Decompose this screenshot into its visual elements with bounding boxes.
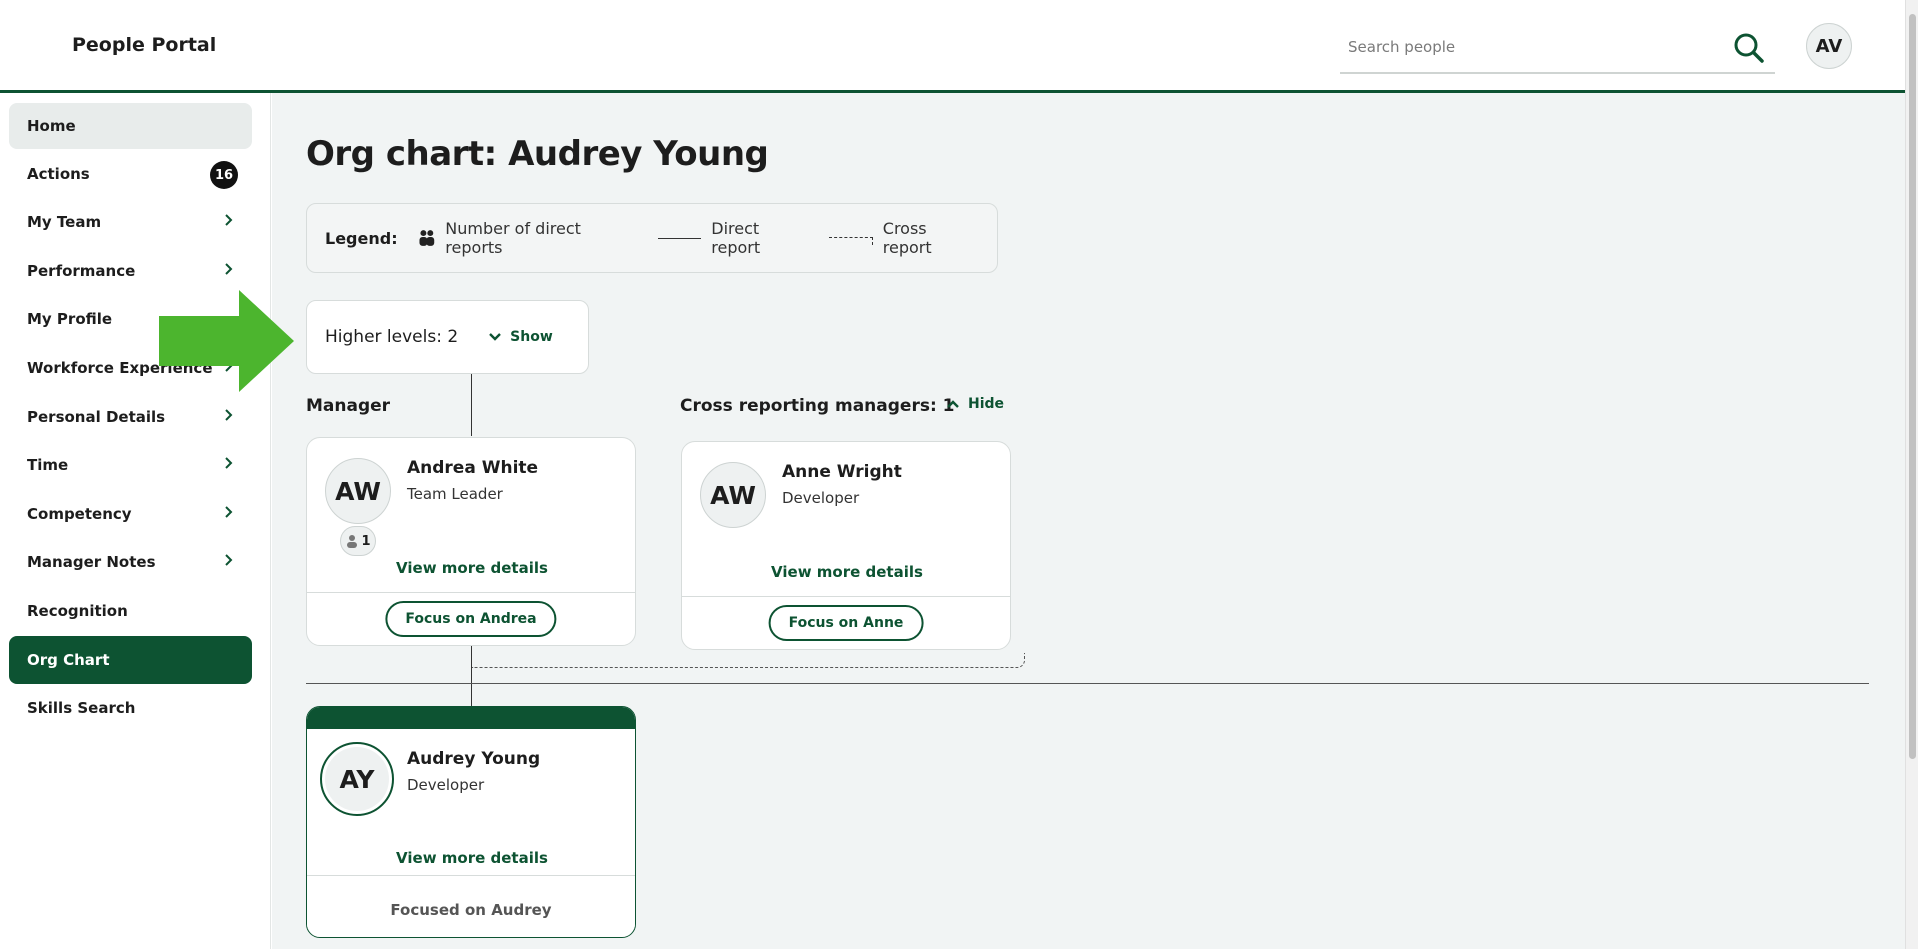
cross-report-connector: [472, 653, 1025, 668]
show-label: Show: [510, 329, 553, 345]
focused-card-body: AY Audrey Young Developer View more deta…: [307, 729, 635, 929]
page-scrollbar[interactable]: [1905, 0, 1918, 949]
sidebar-item-manager-notes[interactable]: Manager Notes: [9, 539, 252, 585]
view-more-details-link[interactable]: View more details: [682, 563, 1012, 581]
chevron-up-icon: [947, 400, 959, 408]
chevron-right-icon: [225, 214, 233, 226]
legend-cross-report: Cross report: [882, 219, 932, 257]
scrollbar-thumb[interactable]: [1909, 14, 1916, 759]
sidebar-item-label: My Team: [27, 213, 102, 231]
person-role: Team Leader: [407, 485, 503, 503]
focus-on-andrea-button[interactable]: Focus on Andrea: [385, 601, 557, 637]
sidebar-item-time[interactable]: Time: [9, 442, 252, 488]
avatar: AW: [325, 458, 391, 524]
level-divider: [306, 683, 1869, 684]
legend-box: Legend: Number of direct reports Direct …: [306, 203, 998, 273]
brand-title[interactable]: People Portal: [72, 34, 216, 56]
sidebar-item-personal-details[interactable]: Personal Details: [9, 394, 252, 440]
legend-direct-report: Direct report: [711, 219, 761, 257]
search-icon: [1734, 33, 1764, 63]
card-divider: [307, 592, 635, 593]
legend-label: Legend:: [325, 228, 398, 248]
manager-section-label: Manager: [306, 396, 391, 416]
sidebar-item-actions[interactable]: Actions 16: [9, 151, 252, 197]
focused-person-card: AY Audrey Young Developer View more deta…: [306, 706, 636, 938]
focus-on-anne-button[interactable]: Focus on Anne: [768, 605, 924, 641]
sidebar-item-label: Actions: [27, 165, 90, 183]
avatar: AW: [700, 462, 766, 528]
page-title: Org chart: Audrey Young: [306, 134, 769, 174]
view-more-details-link[interactable]: View more details: [307, 849, 635, 867]
avatar: AY: [320, 742, 394, 816]
show-higher-levels-button[interactable]: Show: [488, 329, 553, 345]
cross-manager-card: AW Anne Wright Developer View more detai…: [681, 441, 1011, 650]
direct-report-line-sample: [657, 237, 702, 239]
annotation-arrow-icon: [159, 290, 294, 392]
chevron-right-icon: [225, 506, 233, 518]
direct-reports-count: 1: [361, 533, 371, 549]
sidebar-item-recognition[interactable]: Recognition: [9, 588, 252, 634]
person-role: Developer: [407, 776, 485, 794]
sidebar-item-label: Performance: [27, 262, 136, 280]
hide-label: Hide: [968, 396, 1005, 412]
sidebar-item-label: Time: [27, 456, 69, 474]
sidebar-item-label: Home: [27, 117, 76, 135]
hide-cross-managers-button[interactable]: Hide: [946, 396, 1004, 412]
card-divider: [307, 875, 635, 876]
sidebar-item-org-chart[interactable]: Org Chart: [9, 636, 252, 684]
search-input[interactable]: [1348, 32, 1708, 62]
sidebar: Home Actions 16 My Team Performance My P…: [0, 93, 271, 949]
manager-card: AW 1 Andrea White Team Leader View more …: [306, 437, 636, 646]
direct-reports-pill: 1: [340, 526, 376, 556]
chevron-right-icon: [225, 554, 233, 566]
higher-levels-text: Higher levels: 2: [325, 327, 459, 347]
legend-direct-reports-count: Number of direct reports: [445, 219, 581, 257]
higher-levels-box: Higher levels: 2 Show: [306, 300, 589, 374]
sidebar-item-label: Org Chart: [27, 651, 110, 669]
person-icon: [347, 535, 358, 548]
card-divider: [682, 596, 1010, 597]
top-header: People Portal AV: [0, 0, 1905, 93]
sidebar-item-label: My Profile: [27, 310, 113, 328]
user-avatar[interactable]: AV: [1806, 23, 1852, 69]
connector-line: [471, 374, 472, 436]
sidebar-item-skills-search[interactable]: Skills Search: [9, 685, 252, 731]
focused-card-band: [307, 707, 635, 729]
sidebar-item-competency[interactable]: Competency: [9, 491, 252, 537]
person-name: Andrea White: [407, 458, 539, 478]
actions-count-badge: 16: [210, 161, 238, 189]
chevron-right-icon: [225, 457, 233, 469]
people-icon: [419, 230, 434, 246]
person-name: Audrey Young: [407, 749, 541, 769]
search-bar: [1340, 22, 1775, 74]
view-more-details-link[interactable]: View more details: [307, 559, 637, 577]
main-content: Org chart: Audrey Young Legend: Number o…: [272, 93, 1905, 949]
sidebar-item-performance[interactable]: Performance: [9, 248, 252, 294]
person-name: Anne Wright: [782, 462, 902, 482]
search-button[interactable]: [1731, 30, 1767, 66]
cross-managers-label: Cross reporting managers: 1: [680, 396, 955, 416]
chevron-right-icon: [225, 409, 233, 421]
sidebar-item-label: Competency: [27, 505, 132, 523]
sidebar-item-label: Recognition: [27, 602, 128, 620]
sidebar-item-label: Personal Details: [27, 408, 166, 426]
sidebar-item-home[interactable]: Home: [9, 103, 252, 149]
sidebar-item-label: Skills Search: [27, 699, 136, 717]
focused-status-text: Focused on Audrey: [390, 901, 552, 919]
chevron-right-icon: [225, 263, 233, 275]
sidebar-item-label: Manager Notes: [27, 553, 156, 571]
chevron-down-icon: [489, 333, 502, 341]
cross-report-line-sample: [829, 237, 873, 245]
sidebar-item-my-team[interactable]: My Team: [9, 199, 252, 245]
person-role: Developer: [782, 489, 860, 507]
